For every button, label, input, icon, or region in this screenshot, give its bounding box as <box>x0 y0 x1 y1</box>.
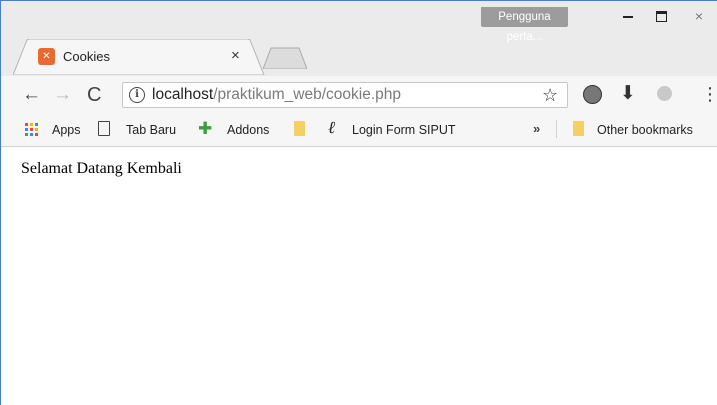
tab-close-button[interactable]: × <box>231 47 240 65</box>
bookmark-addons[interactable]: Addons <box>227 121 269 139</box>
profile-badge[interactable]: Pengguna perta... <box>481 7 568 43</box>
menu-icon[interactable]: ⋮ <box>701 81 717 107</box>
info-icon[interactable]: i <box>129 87 145 103</box>
minimize-icon <box>623 15 633 18</box>
url-path: /praktikum_web/cookie.php <box>213 86 402 103</box>
browser-window: Pengguna perta... × ✕ Cookies × ← → C i … <box>0 0 717 405</box>
puzzle-icon: ✚ <box>198 119 213 138</box>
close-window-button[interactable]: × <box>681 5 717 27</box>
globe-extension-icon[interactable] <box>657 86 672 101</box>
reload-button[interactable]: C <box>87 82 101 108</box>
welcome-message: Selamat Datang Kembali <box>21 160 182 177</box>
page-icon <box>98 121 110 136</box>
other-bookmarks[interactable]: Other bookmarks <box>597 121 693 139</box>
minimize-button[interactable] <box>613 5 643 27</box>
folder-icon <box>573 121 584 136</box>
back-button[interactable]: ← <box>22 82 41 108</box>
bookmarks-divider <box>556 120 557 138</box>
forward-button[interactable]: → <box>53 82 72 108</box>
page-content <box>1 147 717 405</box>
bookmarks-overflow-button[interactable]: » <box>533 120 540 138</box>
extension-icon[interactable] <box>583 85 602 104</box>
url-host: localhost <box>152 86 214 103</box>
bookmark-tab-baru[interactable]: Tab Baru <box>126 121 176 139</box>
tab-title: Cookies <box>63 49 110 64</box>
apps-grid-icon[interactable] <box>25 123 39 137</box>
bookmark-apps[interactable]: Apps <box>52 121 81 139</box>
xampp-icon: ✕ <box>38 48 55 65</box>
new-tab-button[interactable] <box>263 47 307 69</box>
bookmark-folder-icon[interactable] <box>294 121 305 136</box>
bookmark-login-form[interactable]: Login Form SIPUT <box>352 121 456 139</box>
download-icon[interactable]: ⬇ <box>620 81 636 107</box>
l-logo-icon: ℓ <box>328 118 336 138</box>
url-text[interactable]: localhost/praktikum_web/cookie.php <box>152 85 401 105</box>
bookmark-star-icon[interactable]: ☆ <box>542 83 558 107</box>
maximize-icon <box>655 11 667 23</box>
maximize-button[interactable] <box>646 5 676 27</box>
